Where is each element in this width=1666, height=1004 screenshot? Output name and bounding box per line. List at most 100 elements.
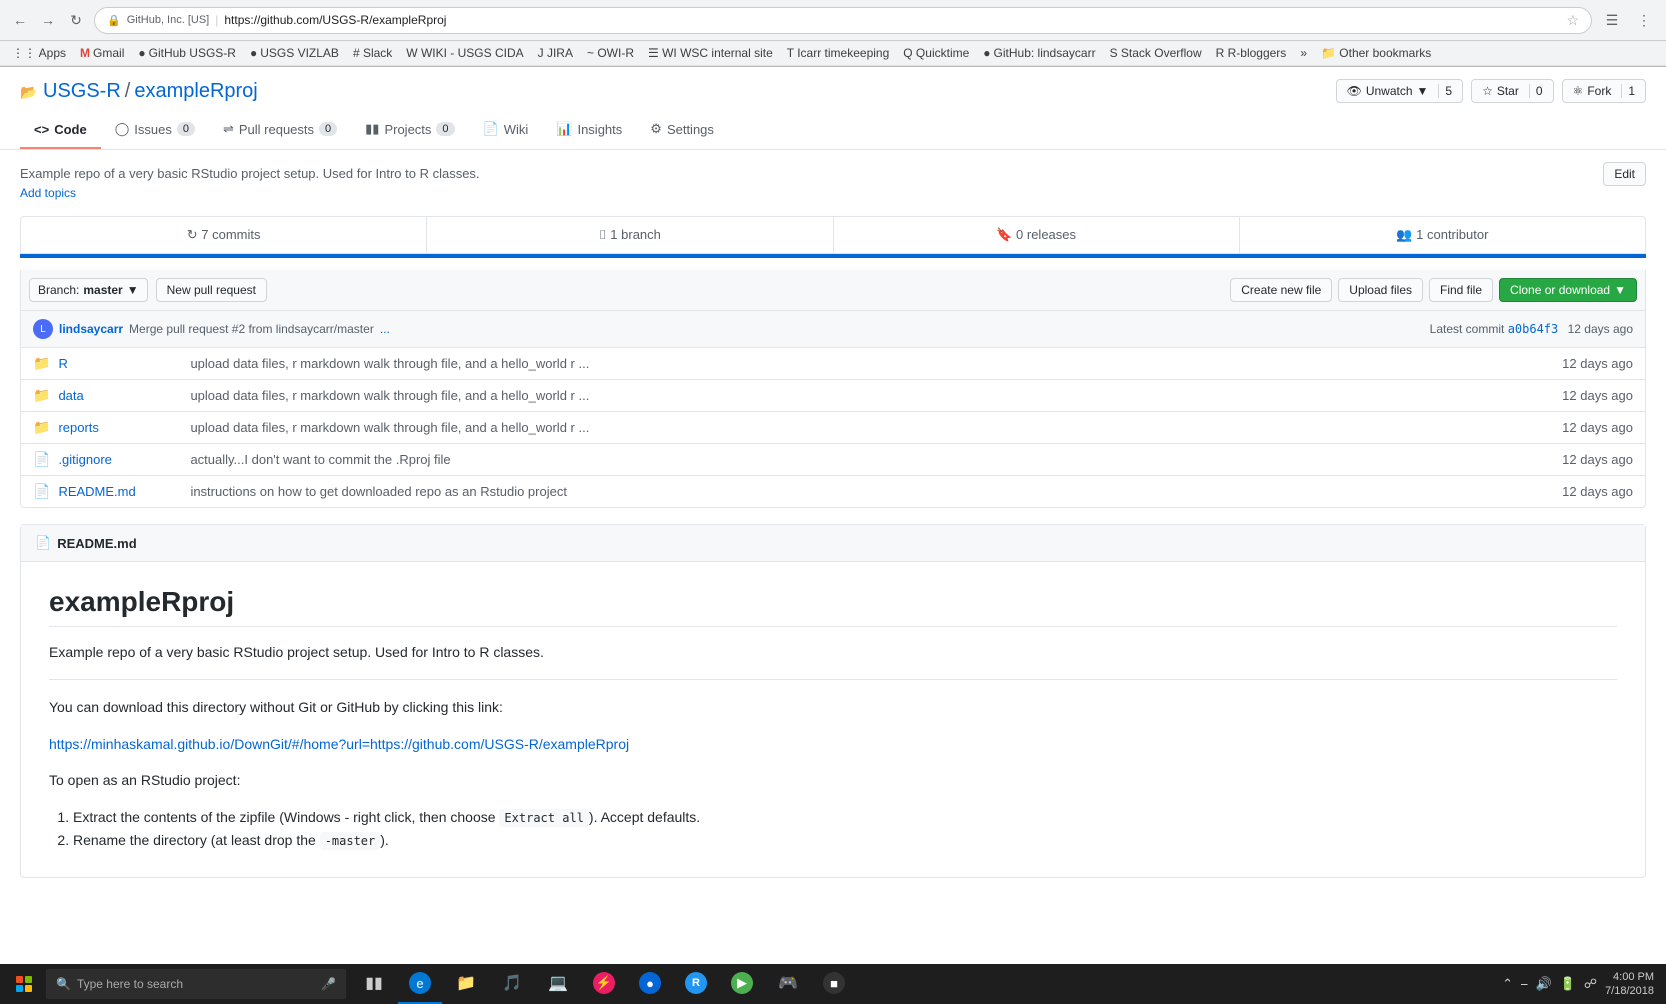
secure-label: GitHub, Inc. [US] [127, 14, 210, 26]
clone-chevron-icon: ▼ [1614, 283, 1626, 297]
readme-download-link[interactable]: https://minhaskamal.github.io/DownGit/#/… [49, 736, 629, 752]
app11[interactable]: ■ [812, 964, 856, 1004]
file-message: upload data files, r markdown walk throu… [178, 420, 1553, 435]
find-file-button[interactable]: Find file [1429, 278, 1493, 302]
commit-info: L lindsaycarr Merge pull request #2 from… [20, 311, 1646, 348]
app6[interactable]: ⚡ [582, 964, 626, 1004]
add-topics-link[interactable]: Add topics [20, 186, 76, 200]
app8-r[interactable]: R [674, 964, 718, 1004]
fork-button[interactable]: ⚛ Fork 1 [1562, 79, 1646, 103]
bookmark-jira[interactable]: J JIRA [534, 44, 577, 62]
new-pr-button[interactable]: New pull request [156, 278, 267, 302]
refresh-button[interactable]: ↻ [64, 8, 88, 32]
edge-app[interactable]: e [398, 964, 442, 1004]
bookmark-usgs-vizlab[interactable]: ● USGS VIZLAB [246, 44, 343, 62]
bookmark-quicktime[interactable]: Q Quicktime [899, 44, 973, 62]
bookmark-github-usgs[interactable]: ● GitHub USGS-R [134, 44, 240, 62]
bookmark-star-icon[interactable]: ☆ [1566, 12, 1579, 29]
table-row: 📁 reportsupload data files, r markdown wa… [21, 411, 1645, 443]
bookmark-owi[interactable]: ~ OWI-R [583, 44, 638, 62]
tab-pr-label: Pull requests [239, 122, 314, 137]
repo-name-link[interactable]: exampleRproj [134, 80, 257, 102]
file-explorer-app[interactable]: 📁 [444, 964, 488, 1004]
edit-button[interactable]: Edit [1603, 162, 1646, 186]
taskview-button[interactable]: ▮▮ [352, 964, 396, 1004]
bookmark-wiki[interactable]: W WIKI - USGS CIDA [402, 44, 527, 62]
app4-icon: 🎵 [501, 972, 523, 994]
eye-icon: 👁 [1347, 84, 1362, 98]
folder-icon: 📁 [33, 419, 50, 436]
clone-button[interactable]: Clone or download ▼ [1499, 278, 1637, 302]
tab-settings[interactable]: ⚙ Settings [636, 111, 728, 149]
file-name[interactable]: reports [58, 420, 178, 435]
github-page: 📂 USGS-R/exampleRproj 👁 Unwatch ▼ 5 ☆ St… [0, 67, 1666, 967]
forward-button[interactable]: → [36, 8, 60, 32]
bookmark-other[interactable]: 📁 Other bookmarks [1317, 44, 1435, 62]
app5[interactable]: 💻 [536, 964, 580, 1004]
tab-projects[interactable]: ▮▮ Projects 0 [351, 111, 468, 149]
menu-button[interactable]: ⋮ [1630, 6, 1658, 34]
files-toolbar: Branch: master ▼ New pull request Create… [20, 270, 1646, 311]
commit-author-link[interactable]: lindsaycarr [59, 322, 123, 336]
start-button[interactable] [4, 964, 44, 1004]
file-name[interactable]: README.md [58, 484, 178, 499]
tab-issues-label: Issues [134, 122, 172, 137]
file-time: 12 days ago [1553, 452, 1633, 467]
commits-label: 7 commits [201, 227, 260, 242]
repo-header: 📂 USGS-R/exampleRproj 👁 Unwatch ▼ 5 ☆ St… [0, 67, 1666, 150]
create-file-button[interactable]: Create new file [1230, 278, 1332, 302]
app7-icon: ● [639, 972, 661, 994]
readme-step-1: Extract the contents of the zipfile (Win… [73, 806, 1617, 830]
commit-hash[interactable]: a0b64f3 [1508, 322, 1559, 336]
file-name[interactable]: .gitignore [58, 452, 178, 467]
app10[interactable]: 🎮 [766, 964, 810, 1004]
file-name[interactable]: data [58, 388, 178, 403]
readme-steps: Extract the contents of the zipfile (Win… [73, 806, 1617, 854]
tab-wiki[interactable]: 📄 Wiki [469, 111, 543, 149]
file-name[interactable]: R [58, 356, 178, 371]
app9[interactable]: ▶ [720, 964, 764, 1004]
taskbar-search[interactable]: 🔍 Type here to search 🎤 [46, 969, 346, 999]
bookmark-gmail[interactable]: M Gmail [76, 44, 128, 62]
contributors-icon: 👥 [1396, 227, 1412, 242]
branch-selector[interactable]: Branch: master ▼ [29, 278, 148, 302]
commits-stat[interactable]: ↻ 7 commits [21, 217, 427, 253]
wiki-icon: 📄 [483, 121, 499, 137]
bookmark-stackoverflow[interactable]: S Stack Overflow [1106, 44, 1206, 62]
upload-files-button[interactable]: Upload files [1338, 278, 1423, 302]
tab-code[interactable]: <> Code [20, 111, 101, 149]
commit-info-left: L lindsaycarr Merge pull request #2 from… [33, 319, 390, 339]
table-row: 📁Rupload data files, r markdown walk thr… [21, 348, 1645, 379]
contributors-stat[interactable]: 👥 1 contributor [1240, 217, 1645, 253]
extensions-button[interactable]: ☰ [1598, 6, 1626, 34]
tab-pull-requests[interactable]: ⇌ Pull requests 0 [209, 111, 351, 149]
star-button[interactable]: ☆ Star 0 [1471, 79, 1553, 103]
org-link[interactable]: USGS-R [43, 80, 121, 102]
tab-insights[interactable]: 📊 Insights [542, 111, 636, 149]
releases-stat[interactable]: 🔖 0 releases [834, 217, 1240, 253]
unwatch-button[interactable]: 👁 Unwatch ▼ 5 [1336, 79, 1464, 103]
bookmark-icarr[interactable]: T Icarr timekeeping [783, 44, 894, 62]
bookmark-wsc[interactable]: ☰ WI WSC internal site [644, 44, 777, 62]
bookmark-more[interactable]: » [1296, 44, 1311, 62]
tray-volume-icon[interactable]: 🔊 [1536, 976, 1552, 992]
address-bar[interactable]: 🔒 GitHub, Inc. [US] | https://github.com… [94, 7, 1592, 34]
tray-battery-icon[interactable]: 🔋 [1560, 976, 1576, 992]
system-clock[interactable]: 4:00 PM 7/18/2018 [1605, 970, 1654, 999]
bookmark-rbloggers[interactable]: R R-bloggers [1212, 44, 1291, 62]
app4[interactable]: 🎵 [490, 964, 534, 1004]
bookmark-github-lindsay[interactable]: ● GitHub: lindsaycarr [979, 44, 1099, 62]
back-button[interactable]: ← [8, 8, 32, 32]
bookmark-slack[interactable]: # Slack [349, 44, 396, 62]
toolbar-actions: ☰ ⋮ [1598, 6, 1658, 34]
language-progress-bar [20, 254, 1646, 258]
taskbar-tray: ⌃ ⎯ 🔊 🔋 ☍ 4:00 PM 7/18/2018 [1494, 970, 1662, 999]
stats-section: ↻ 7 commits ⌷ 1 branch 🔖 0 releases 👥 1 … [20, 216, 1646, 258]
branch-stat[interactable]: ⌷ 1 branch [427, 217, 833, 253]
tab-issues[interactable]: ◯ Issues 0 [101, 111, 209, 149]
tray-chevron-icon[interactable]: ⌃ [1502, 976, 1513, 992]
app7[interactable]: ● [628, 964, 672, 1004]
tray-network-icon[interactable]: ⎯ [1521, 976, 1528, 992]
bookmark-apps[interactable]: ⋮⋮ Apps [8, 44, 70, 62]
tray-action-center-icon[interactable]: ☍ [1584, 976, 1597, 992]
